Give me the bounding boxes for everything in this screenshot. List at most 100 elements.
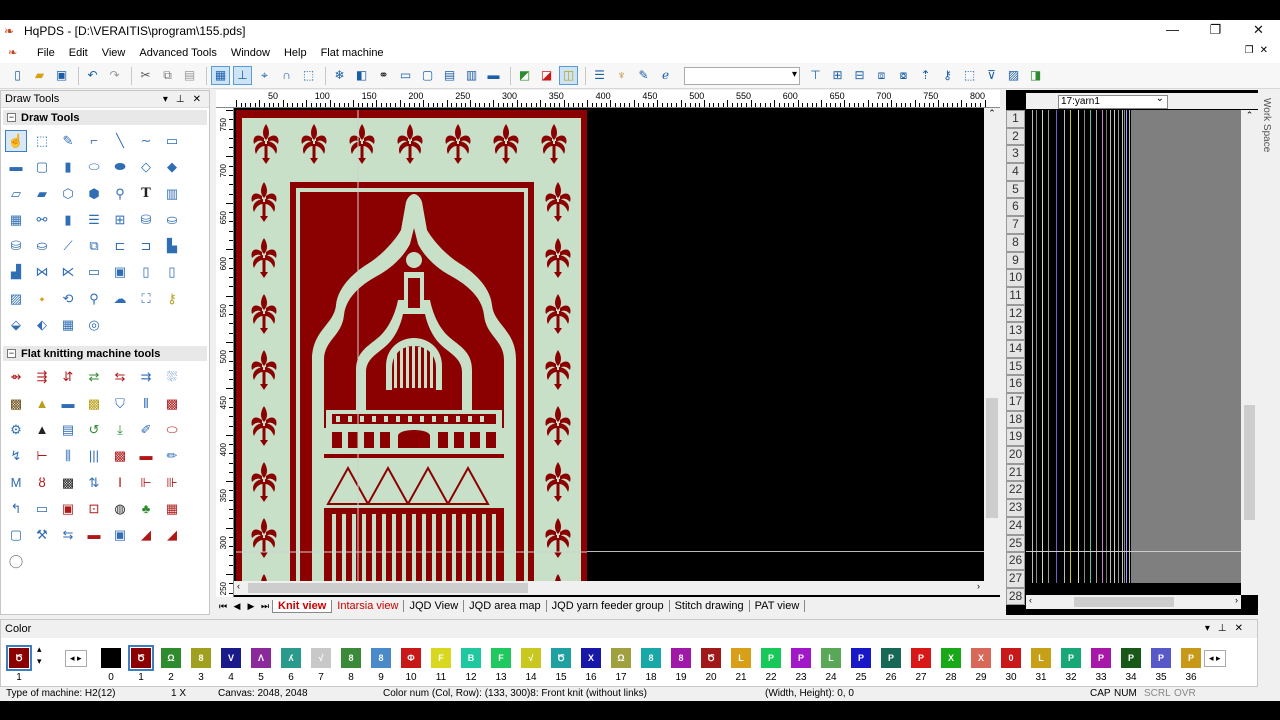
close-icon[interactable]: ✕ [1237,20,1280,42]
shirt-icon[interactable]: ⛉ [109,393,131,415]
menu-file[interactable]: File [30,47,62,59]
swatch-next-icon[interactable]: ◂ ▸ [1204,650,1226,667]
menu-edit[interactable]: Edit [62,47,95,59]
move-up-icon[interactable]: ⇡ [916,66,935,85]
color-swatch[interactable]: X [941,648,961,668]
hcd-icon[interactable]: ↯ [5,445,27,467]
yarn-row-number[interactable]: 1 [1006,110,1025,128]
step-line-icon[interactable]: ⌐ [83,130,105,152]
tab-prev-icon[interactable]: ◀ [230,601,244,612]
comb-icon[interactable]: ||| [83,445,105,467]
canvas-vertical-scrollbar[interactable]: ⌃ [984,108,1000,581]
ellipse-icon[interactable]: ⬭ [83,156,105,178]
color-swatch[interactable]: Ծ [701,648,721,668]
swatch-prev-icon[interactable]: ◂ ▸ [65,650,87,667]
yarn-row-number[interactable]: 3 [1006,145,1025,164]
color-swatch[interactable]: P [1121,648,1141,668]
select-region-icon[interactable]: ⬚ [299,66,318,85]
yarn-row-number[interactable]: 10 [1006,269,1025,287]
page-tool-icon[interactable]: ▯ [135,261,157,283]
map-icon[interactable]: ⛶ [135,288,157,310]
menu-flat-machine[interactable]: Flat machine [314,47,391,59]
yarn-row-number[interactable]: 14 [1006,339,1025,358]
icf-icon[interactable]: ⊡ [83,498,105,520]
color-fill-icon[interactable]: ◪ [537,66,556,85]
color-swatch[interactable]: P [1061,648,1081,668]
color-swatch[interactable]: √ [521,648,541,668]
cut-icon[interactable]: ✂ [136,66,155,85]
bucket-icon[interactable]: ⛁ [135,209,157,231]
pen-icon[interactable]: ✎ [634,66,653,85]
ie-icon[interactable]: ℯ [656,66,675,85]
snowflake-icon[interactable]: ❄ [330,66,349,85]
filled-hexagon-icon[interactable]: ⬢ [83,183,105,205]
color-swatch[interactable]: 8 [191,648,211,668]
scroll-thumb[interactable] [1244,405,1255,520]
menu-advanced-tools[interactable]: Advanced Tools [132,47,223,59]
miss-icon[interactable]: ⇉ [135,366,157,388]
hand-tool-icon[interactable]: ☝ [5,130,27,152]
work-space-tab[interactable]: Work Space [1258,90,1280,615]
save-icon[interactable]: ▣ [52,66,71,85]
frame-icon[interactable]: ▢ [418,66,437,85]
frame-tool-icon[interactable]: ▭ [83,261,105,283]
fill-red-icon[interactable]: ▬ [135,445,157,467]
align-center-icon[interactable]: ⊐ [135,235,157,257]
spin-up-icon[interactable]: ▴ [37,644,42,655]
color-swatch[interactable]: F [431,648,451,668]
yarn-row-number[interactable]: 6 [1006,198,1025,217]
color-swatch[interactable]: P [1151,648,1171,668]
yarn-row-number[interactable]: 11 [1006,286,1025,305]
list-icon[interactable]: ☰ [590,66,609,85]
color-swatch[interactable]: Λ [251,648,271,668]
tab-pat-view[interactable]: PAT view [750,600,806,612]
link-icon[interactable]: ⬭ [161,419,183,441]
color-swatch[interactable]: 8 [371,648,391,668]
color-swatch[interactable]: V [221,648,241,668]
scroll-thumb[interactable] [986,398,998,518]
i-beam-icon[interactable]: Ⅰ [109,472,131,494]
panel-icon[interactable]: ▥ [462,66,481,85]
tiles-icon[interactable]: ▦ [57,314,79,336]
yarn-row-number[interactable]: 9 [1006,251,1025,270]
fill-icon[interactable]: ⛁ [5,235,27,257]
ring-icon[interactable]: ◯ [5,550,27,572]
shape-icon[interactable]: ▲ [31,393,53,415]
columns-icon[interactable]: ▥ [161,183,183,205]
color-swatch[interactable]: P [881,648,901,668]
curve-icon[interactable]: ∩ [277,66,296,85]
line-icon[interactable]: ╲ [109,130,131,152]
yarn-row-number[interactable]: 15 [1006,357,1025,376]
yarn-row-number[interactable]: 13 [1006,322,1025,340]
mdi-controls[interactable]: ❐✕ [1245,45,1274,56]
align-tool-icon[interactable]: ⊩ [135,472,157,494]
stack-icon[interactable]: ▦ [161,498,183,520]
yarn-vertical-scrollbar[interactable]: ⌃ [1241,110,1258,595]
minimize-icon[interactable]: — [1151,20,1194,42]
color-swatch[interactable]: 8 [671,648,691,668]
box-tool-icon[interactable]: ▣ [109,261,131,283]
color-layer-icon[interactable]: ◫ [559,66,578,85]
form-icon[interactable]: ▤ [57,419,79,441]
tuck-icon[interactable]: ⇄ [83,366,105,388]
panel-tool-icon[interactable]: ▬ [57,393,79,415]
yarn-row-number[interactable]: 2 [1006,127,1025,146]
current-color-swatch[interactable]: Ծ [6,645,32,671]
yarn-row-number[interactable]: 19 [1006,428,1025,447]
wrench-icon[interactable]: ⚒ [31,524,53,546]
yarn-row-number[interactable]: 5 [1006,180,1025,199]
pencil-icon[interactable]: ✎ [57,130,79,152]
color-swatch[interactable] [101,648,121,668]
tab-next-icon[interactable]: ▶ [244,601,258,612]
swap-icon[interactable]: ⇆ [57,524,79,546]
yarn-feed-icon[interactable]: ⛆ [161,366,183,388]
drop-icon[interactable]: ⤓ [109,419,131,441]
bar-tool-icon[interactable]: ▟ [5,261,27,283]
color-swatch[interactable]: Φ [401,648,421,668]
yarn-row-number[interactable]: 7 [1006,216,1025,234]
wedge-icon[interactable]: ◢ [161,524,183,546]
yarn-row-number[interactable]: 27 [1006,569,1025,588]
color-swatch[interactable]: P [911,648,931,668]
copy-tool-icon[interactable]: ⧉ [83,235,105,257]
distribute-icon[interactable]: ⊞ [828,66,847,85]
